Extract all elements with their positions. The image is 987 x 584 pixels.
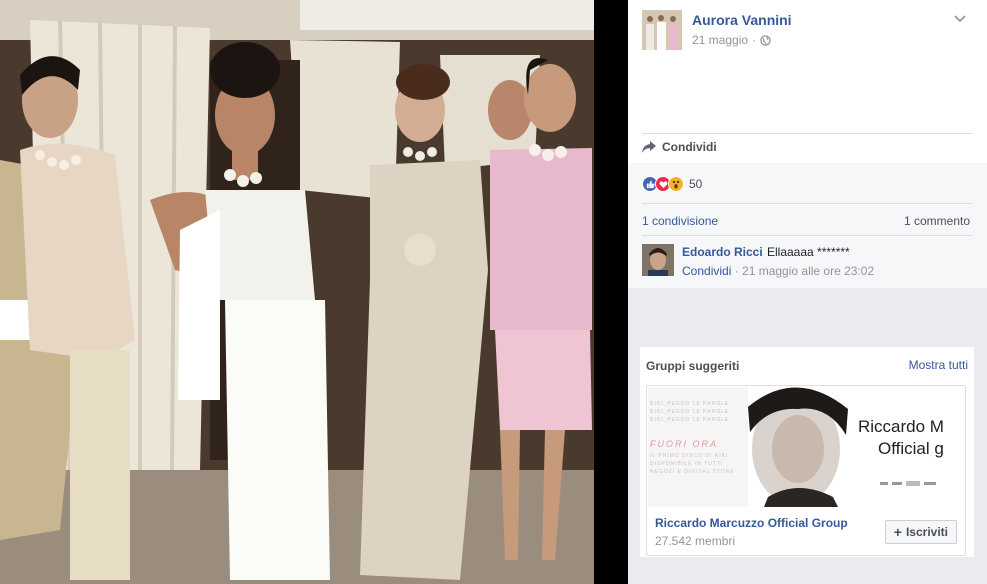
post-details: Aurora Vannini 21 maggio · Condividi 50 … [628, 0, 987, 288]
comment-share-link[interactable]: Condividi [682, 264, 731, 278]
wow-icon [668, 176, 684, 192]
globe-icon[interactable] [760, 34, 771, 46]
chevron-down-icon[interactable] [953, 12, 967, 26]
author-avatar[interactable] [642, 10, 682, 50]
comment-author[interactable]: Edoardo Ricci [682, 245, 763, 259]
group-name[interactable]: Riccardo Marcuzzo Official Group [655, 516, 848, 530]
comment-text: Ellaaaaa ******* [767, 245, 850, 259]
reactions-summary[interactable]: 50 [642, 176, 702, 192]
divider [642, 133, 973, 134]
comment-actions: Condividi · 21 maggio alle ore 23:02 [682, 264, 874, 278]
comments-link[interactable]: 1 commento [904, 214, 970, 228]
join-label: Iscriviti [905, 525, 948, 539]
post-date[interactable]: 21 maggio [692, 33, 748, 47]
post-side-panel: Aurora Vannini 21 maggio · Condividi 50 … [628, 0, 987, 584]
suggested-groups: Gruppi suggeriti Mostra tutti RIKI_PERDO… [640, 347, 974, 557]
suggested-groups-title: Gruppi suggeriti [646, 359, 740, 373]
divider [642, 235, 973, 236]
reaction-count: 50 [689, 177, 703, 191]
banner-small-text: NEGOZI E DIGITAL STORE [650, 469, 735, 475]
commenter-avatar[interactable] [642, 244, 674, 276]
group-members: 27.542 membri [655, 534, 736, 548]
banner-title-line1: Riccardo M [858, 417, 944, 436]
banner-small-text: IL PRIMO DISCO DI RIKI [650, 453, 729, 459]
join-group-button[interactable]: + Iscriviti [884, 520, 957, 544]
banner-title-line2: Official g [878, 439, 944, 458]
share-button[interactable]: Condividi [642, 140, 717, 154]
banner-small-text: DISPONIBILE IN TUTTI [650, 461, 724, 467]
plus-icon: + [893, 524, 902, 540]
banner-small-text: RIKI_PERDO LE PAROLE [650, 401, 730, 407]
group-card[interactable]: RIKI_PERDO LE PAROLE RIKI_PERDO LE PAROL… [646, 385, 966, 556]
banner-tagline: FUORI ORA [650, 439, 719, 449]
banner-small-text: RIKI_PERDO LE PAROLE [650, 409, 730, 415]
banner-small-text: RIKI_PERDO LE PAROLE [650, 417, 730, 423]
post-photo[interactable] [0, 0, 594, 584]
shares-link[interactable]: 1 condivisione [642, 214, 718, 228]
fashion-photo-image [0, 0, 594, 584]
share-label: Condividi [662, 140, 717, 154]
author-avatar-image [642, 10, 682, 50]
commenter-avatar-image [642, 244, 674, 276]
see-all-link[interactable]: Mostra tutti [909, 358, 968, 372]
viewer-gap [594, 0, 628, 584]
author-name[interactable]: Aurora Vannini [692, 12, 792, 28]
share-arrow-icon [642, 141, 656, 153]
comment-timestamp[interactable]: · 21 maggio alle ore 23:02 [731, 264, 874, 278]
group-cover-image[interactable]: RIKI_PERDO LE PAROLE RIKI_PERDO LE PAROL… [648, 387, 946, 507]
post-meta: 21 maggio · [692, 33, 771, 47]
divider [642, 203, 973, 204]
